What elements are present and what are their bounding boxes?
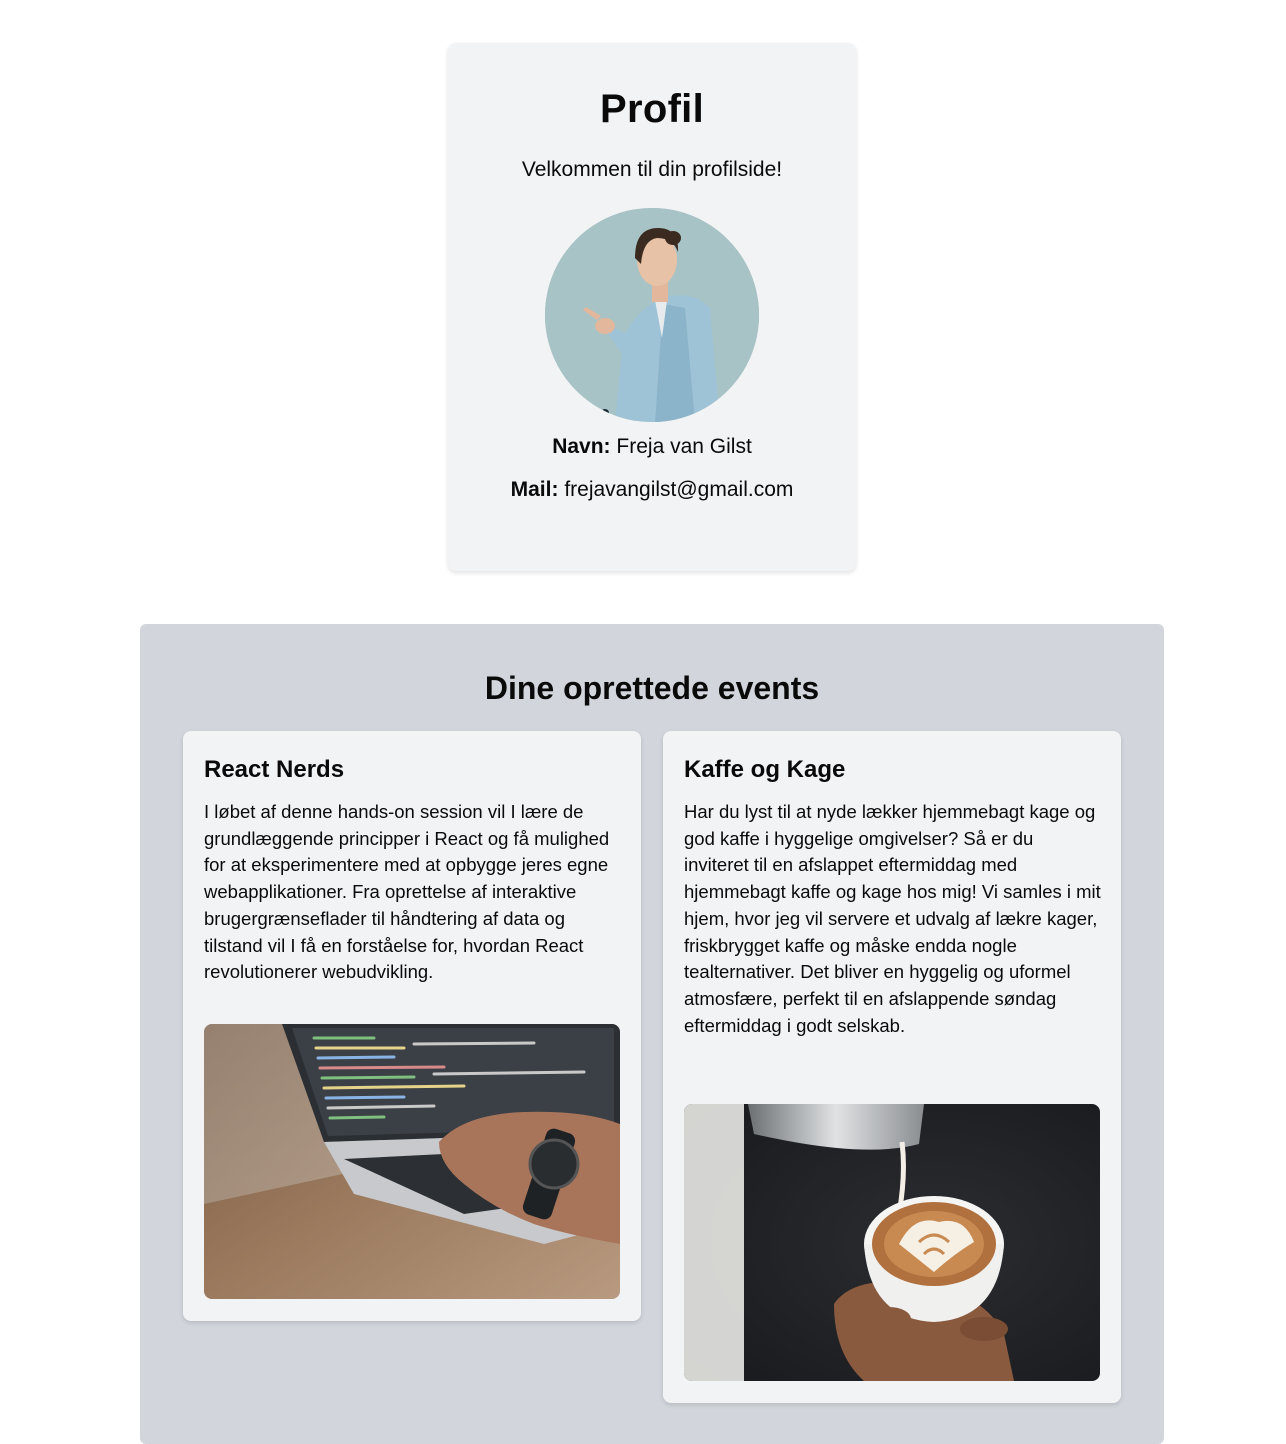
event-description: I løbet af denne hands-on session vil I … bbox=[204, 801, 610, 983]
name-label: Navn: bbox=[552, 435, 611, 458]
event-image bbox=[684, 1104, 1100, 1381]
mail-value: frejavangilst@gmail.com bbox=[564, 478, 794, 501]
avatar bbox=[545, 208, 759, 422]
events-title: Dine oprettede events bbox=[484, 670, 820, 706]
profile-card: Profil Velkommen til din profilside! Nav bbox=[448, 43, 856, 571]
event-image bbox=[204, 1024, 620, 1299]
event-card-kaffe-og-kage[interactable]: Kaffe og Kage Har du lyst til at nyde læ… bbox=[663, 731, 1121, 1403]
latte-art-photo-icon bbox=[684, 1104, 1100, 1381]
event-card-react-nerds[interactable]: React Nerds I løbet af denne hands-on se… bbox=[183, 731, 641, 1321]
profile-name-line: Navn: Freja van Gilst bbox=[448, 432, 856, 462]
mail-label: Mail: bbox=[510, 478, 559, 501]
event-title: Kaffe og Kage bbox=[684, 756, 846, 783]
laptop-coding-photo-icon bbox=[204, 1024, 620, 1299]
name-value: Freja van Gilst bbox=[616, 435, 752, 458]
profile-photo-icon bbox=[545, 208, 759, 422]
page-title: Profil bbox=[599, 87, 705, 131]
welcome-text: Velkommen til din profilside! bbox=[521, 158, 783, 181]
event-description: Har du lyst til at nyde lækker hjemmebag… bbox=[684, 801, 1101, 1036]
events-panel: Dine oprettede events React Nerds I løbe… bbox=[140, 624, 1164, 1444]
profile-mail-line: Mail: frejavangilst@gmail.com bbox=[448, 475, 856, 505]
event-title: React Nerds bbox=[204, 756, 345, 783]
